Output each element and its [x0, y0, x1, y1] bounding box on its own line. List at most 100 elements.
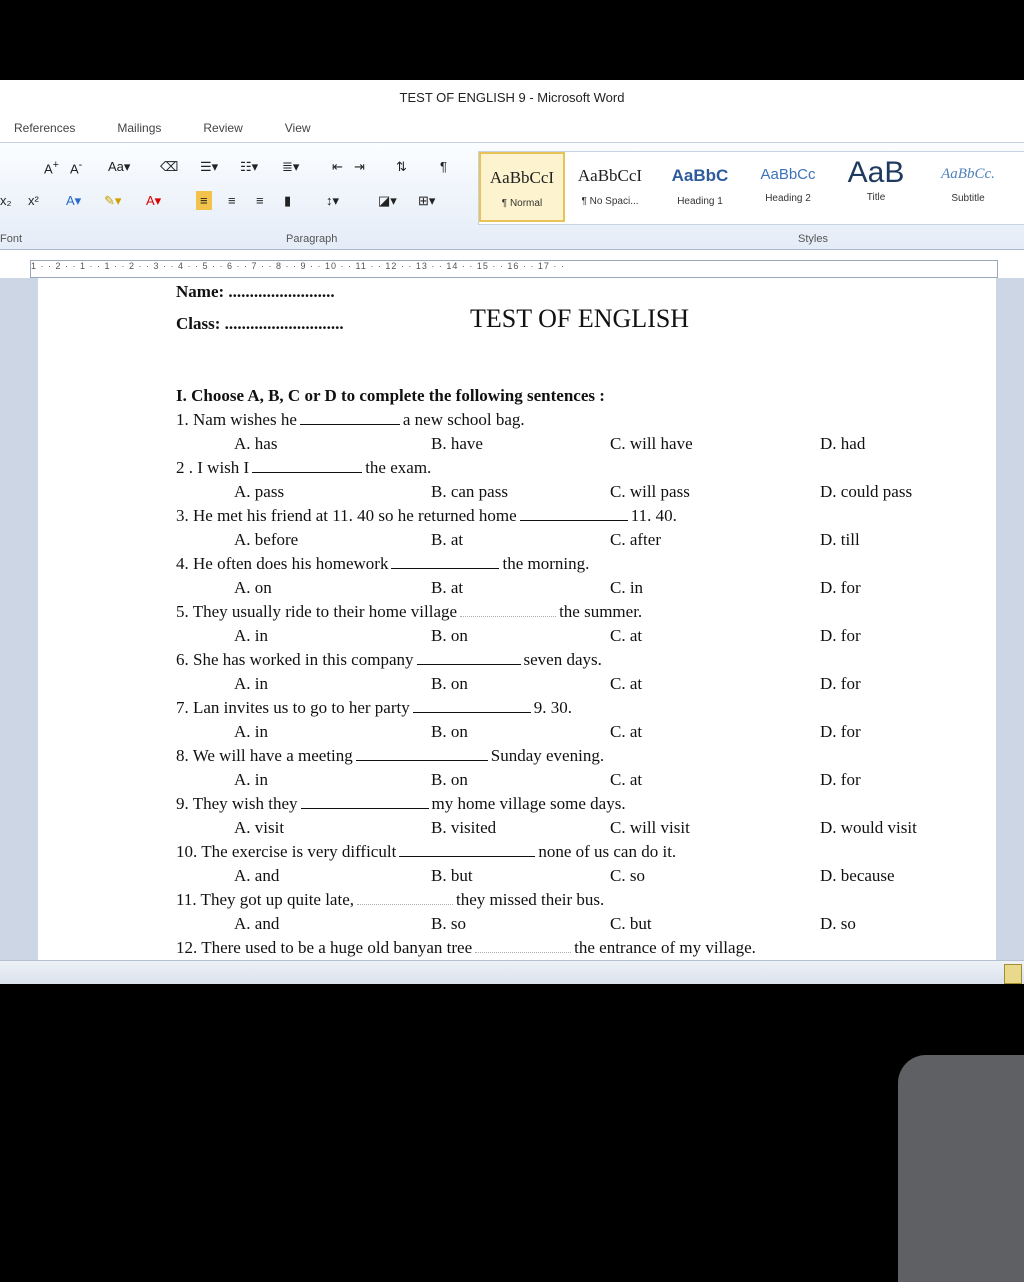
answer-blank[interactable]	[299, 423, 400, 425]
answer-blank[interactable]	[460, 615, 557, 617]
style-sample: AaB	[847, 156, 905, 189]
decrease-indent-icon[interactable]: ⇤	[332, 159, 343, 175]
answer-option: B. can pass	[431, 482, 508, 501]
subscript-icon[interactable]: x₂	[0, 193, 12, 208]
question-line: 3. He met his friend at 11. 40 so he ret…	[176, 506, 677, 526]
question-text: 7. Lan invites us to go to her party	[176, 698, 410, 717]
answer-option: B. on	[431, 626, 468, 645]
text-effects-icon[interactable]: A▾	[66, 193, 81, 209]
answer-blank[interactable]	[399, 855, 536, 857]
question-continuation: they missed their bus.	[456, 890, 605, 909]
answer-option: D. for	[820, 722, 861, 741]
question-line: 8. We will have a meeting Sunday evening.	[176, 746, 604, 766]
view-button[interactable]	[1004, 964, 1022, 984]
answer-blank[interactable]	[475, 951, 572, 953]
document-workspace: Name: ......................... Class: .…	[0, 278, 1024, 960]
numbering-icon[interactable]: ☷▾	[240, 159, 258, 175]
align-right-icon[interactable]: ≡	[256, 193, 264, 208]
borders-icon[interactable]: ⊞▾	[418, 193, 435, 209]
ribbon-tabs: References Mailings Review View	[0, 114, 1024, 142]
section-heading: I. Choose A, B, C or D to complete the f…	[176, 386, 605, 405]
multilevel-list-icon[interactable]: ≣▾	[282, 159, 299, 175]
answer-option: C. at	[610, 674, 643, 693]
styles-group-label: Styles	[798, 233, 828, 245]
tab-view[interactable]: View	[285, 121, 311, 135]
question-line: 12. There used to be a huge old banyan t…	[176, 938, 756, 958]
style-no-spacing[interactable]: AaBbCcI ¶ No Spaci...	[567, 152, 653, 222]
question-text: 4. He often does his homework	[176, 554, 389, 573]
question-line: 6. She has worked in this company seven d…	[176, 650, 602, 670]
tab-references[interactable]: References	[14, 121, 75, 135]
answer-option: C. will have	[610, 434, 693, 453]
font-color-icon[interactable]: A▾	[146, 193, 161, 209]
style-name: ¶ No Spaci...	[581, 196, 639, 207]
answer-option: A. in	[234, 626, 268, 645]
bullets-icon[interactable]: ☰▾	[200, 159, 218, 175]
question-line: 7. Lan invites us to go to her party 9. 3…	[176, 698, 572, 718]
tab-review[interactable]: Review	[203, 121, 242, 135]
style-normal[interactable]: AaBbCcI ¶ Normal	[479, 152, 565, 222]
style-title[interactable]: AaB Title	[833, 152, 919, 222]
question-line: 11. They got up quite late, they missed t…	[176, 890, 604, 910]
change-case-icon[interactable]: Aa▾	[108, 159, 130, 175]
answer-option: B. but	[431, 866, 473, 885]
answer-option: B. so	[431, 914, 466, 933]
sort-icon[interactable]: ⇅	[396, 159, 407, 175]
question-continuation: Sunday evening.	[490, 746, 605, 765]
question-text: 5. They usually ride to their home villa…	[176, 602, 458, 621]
class-line: Class: ............................	[176, 314, 344, 333]
answer-option: A. and	[234, 914, 280, 933]
shading-icon[interactable]: ◪▾	[378, 193, 397, 209]
answer-option: A. in	[234, 770, 268, 789]
style-subtitle[interactable]: AaBbCc. Subtitle	[925, 152, 1011, 222]
horizontal-ruler[interactable]: 1 · · 2 · · 1 · · 1 · · 2 · · 3 · · 4 · …	[30, 260, 998, 278]
question-text: 1. Nam wishes he	[176, 410, 297, 429]
answer-option: A. and	[234, 866, 280, 885]
justify-icon[interactable]: ▮	[284, 193, 291, 209]
answer-blank[interactable]	[519, 519, 628, 521]
style-sample: AaBbC	[671, 166, 729, 185]
question-continuation: the morning.	[502, 554, 590, 573]
align-center-icon[interactable]: ≡	[228, 193, 236, 208]
answer-blank[interactable]	[300, 807, 429, 809]
question-continuation: my home village some days.	[431, 794, 626, 813]
style-heading-2[interactable]: AaBbCc Heading 2	[745, 152, 831, 222]
answer-blank[interactable]	[416, 663, 521, 665]
style-heading-1[interactable]: AaBbC Heading 1	[657, 152, 743, 222]
style-name: ¶ Normal	[501, 198, 543, 209]
clear-format-icon[interactable]: ⌫	[160, 159, 178, 175]
answer-option: D. for	[820, 578, 861, 597]
increase-indent-icon[interactable]: ⇥	[354, 159, 365, 175]
answer-blank[interactable]	[355, 759, 488, 761]
question-continuation: none of us can do it.	[538, 842, 677, 861]
align-left-icon[interactable]: ≡	[196, 191, 212, 210]
answer-option: B. have	[431, 434, 483, 453]
style-name: Heading 2	[765, 193, 811, 204]
answer-blank[interactable]	[252, 471, 363, 473]
style-sample: AaBbCcI	[577, 166, 643, 185]
question-text: 8. We will have a meeting	[176, 746, 353, 765]
document-page[interactable]: Name: ......................... Class: .…	[38, 278, 996, 960]
answer-blank[interactable]	[357, 903, 453, 905]
question-text: 9. They wish they	[176, 794, 298, 813]
ribbon: A+ A- Aa▾ ⌫ x₂ x² A▾ ✎▾ A▾ Font ☰▾ ☷▾ ≣▾…	[0, 142, 1024, 250]
tab-mailings[interactable]: Mailings	[117, 121, 161, 135]
answer-option: D. would visit	[820, 818, 917, 837]
question-line: 2 . I wish I the exam.	[176, 458, 431, 478]
style-name: Title	[866, 192, 886, 203]
answer-option: C. after	[610, 530, 661, 549]
ruler-marks: 1 · · 2 · · 1 · · 1 · · 2 · · 3 · · 4 · …	[31, 261, 565, 271]
answer-option: A. in	[234, 674, 268, 693]
pilcrow-icon[interactable]: ¶	[440, 159, 447, 174]
answer-option: C. will visit	[610, 818, 690, 837]
highlight-icon[interactable]: ✎▾	[104, 193, 121, 209]
answer-option: D. so	[820, 914, 856, 933]
answer-blank[interactable]	[391, 567, 500, 569]
shrink-font-icon[interactable]: A-	[70, 159, 82, 176]
grow-font-icon[interactable]: A+	[44, 159, 59, 176]
superscript-icon[interactable]: x²	[28, 193, 39, 208]
line-spacing-icon[interactable]: ↕▾	[326, 193, 339, 209]
overlay-panel	[898, 1055, 1024, 1282]
answer-blank[interactable]	[412, 711, 531, 713]
answer-option: C. at	[610, 770, 643, 789]
